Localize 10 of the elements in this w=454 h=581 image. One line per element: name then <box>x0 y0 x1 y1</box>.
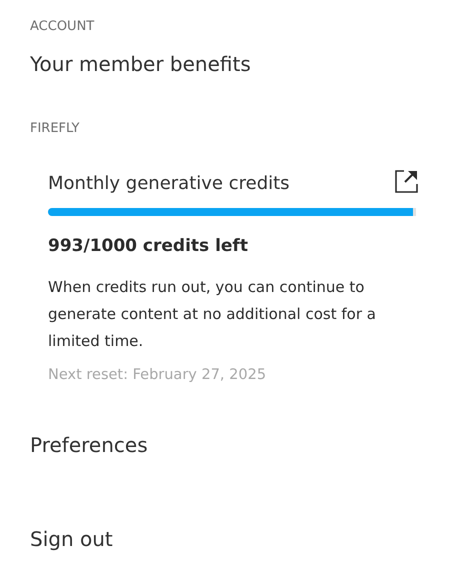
credits-count: 993/1000 credits left <box>48 235 249 258</box>
credits-title: Monthly generative credits <box>48 172 290 196</box>
preferences-link[interactable]: Preferences <box>30 430 148 460</box>
sign-out-link[interactable]: Sign out <box>30 524 113 554</box>
section-title: Your member benefits <box>30 50 252 78</box>
external-link-icon[interactable] <box>394 168 418 192</box>
section-label: ACCOUNT <box>30 18 96 36</box>
credits-description: When credits run out, you can continue to generate content at no additional cost for a limited time. <box>48 276 377 352</box>
reset-date: Next reset: February 27, 2025 <box>48 366 268 384</box>
group-label: FIREFLY <box>30 120 80 138</box>
